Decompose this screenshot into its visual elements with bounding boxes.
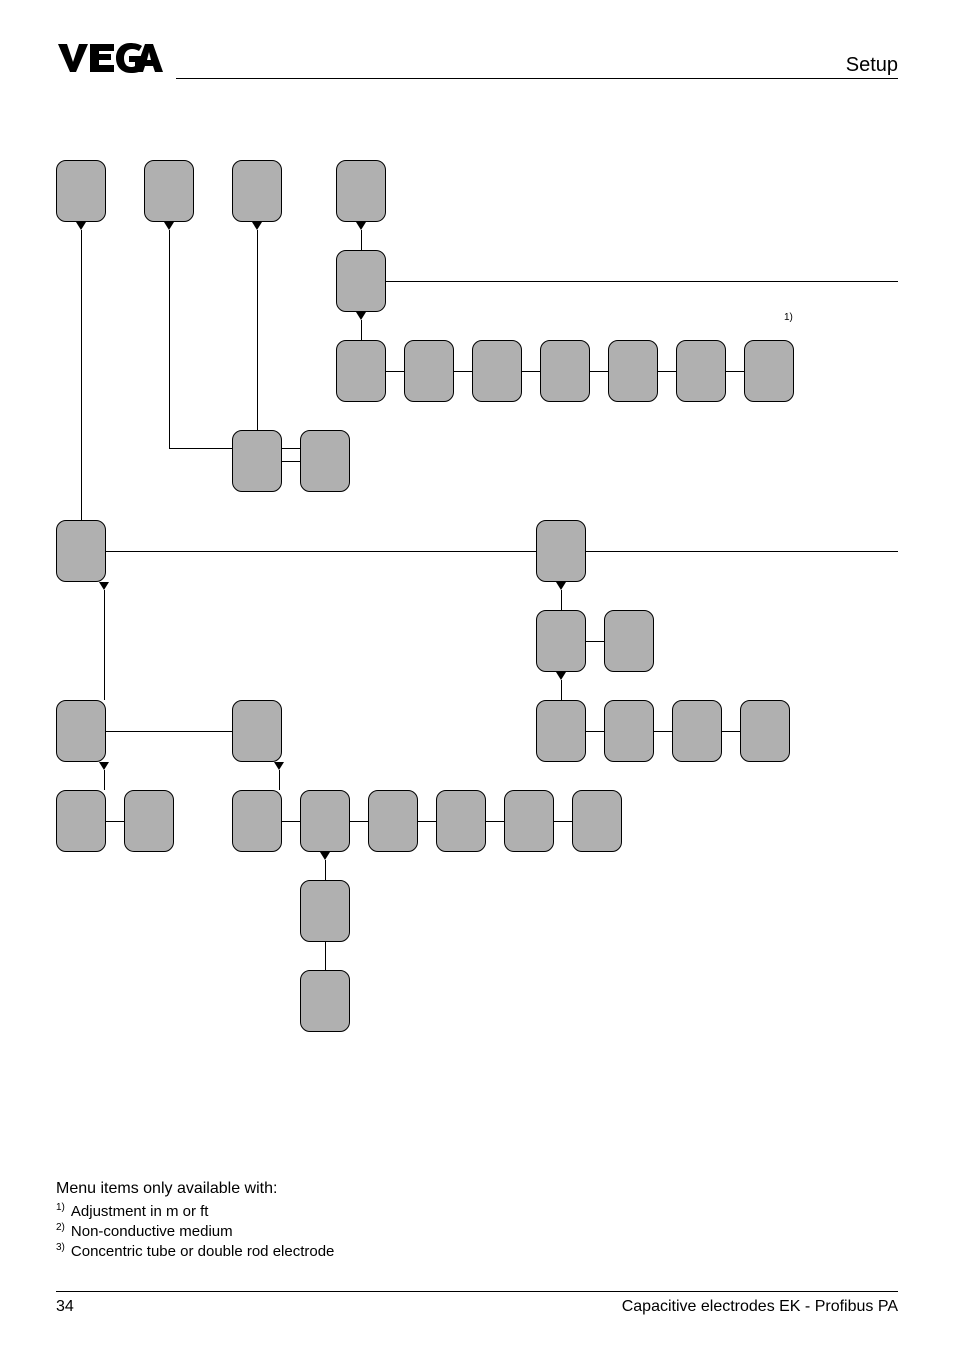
footnotes-intro: Menu items only available with: xyxy=(56,1180,898,1198)
footer-rule xyxy=(56,1291,898,1292)
superscript-1-top: 1) xyxy=(784,312,793,323)
footnote-1: 1)Adjustment in m or ft xyxy=(56,1202,898,1220)
section-title: Setup xyxy=(846,54,898,77)
footer-title: Capacitive electrodes EK - Profibus PA xyxy=(622,1298,898,1316)
vega-logo xyxy=(56,40,166,76)
footnote-3: 3)Concentric tube or double rod electrod… xyxy=(56,1242,898,1260)
footnote-2: 2)Non-conductive medium xyxy=(56,1222,898,1240)
header-rule xyxy=(176,78,898,79)
page-number: 34 xyxy=(56,1298,74,1316)
footnotes: Menu items only available with: 1)Adjust… xyxy=(56,1180,898,1260)
menu-diagram: 1) xyxy=(56,160,898,1170)
